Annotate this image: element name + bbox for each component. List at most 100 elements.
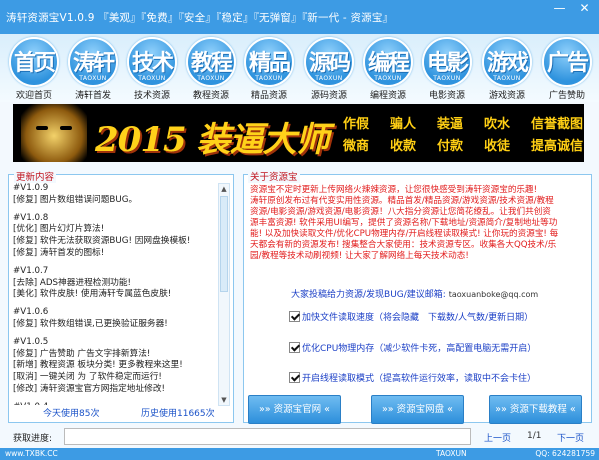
nav-item-2[interactable]: 技术 TAOXUN 技术资源 (124, 37, 180, 101)
nav-icon-text: 技术 (131, 51, 174, 76)
about-text: 资源宝不定时更新上传网络火辣辣资源，让您很快感受到涛轩资源宝的乐趣! 涛轩原创发… (250, 185, 586, 262)
status-website[interactable]: www.TXBK.CC (5, 448, 58, 460)
about-line: 资源宝不定时更新上传网络火辣辣资源，让您很快感受到涛轩资源宝的乐趣! (250, 185, 538, 195)
today-usage: 今天使用85次 (43, 409, 100, 419)
minimize-button[interactable]: — (548, 1, 571, 17)
updates-list[interactable]: #V1.0.9 [修复] 图片数组错误问题BUG。 #V1.0.8 [优化] 图片幻灯… (13, 183, 220, 405)
progress-label: 获取进度: (13, 434, 53, 444)
scroll-up-icon[interactable]: ▲ (219, 184, 229, 194)
banner-ad[interactable]: 2015 装逼大师 作假 骗人 装逼 吹水 信誉截图 微商 收款 付款 收徒 提高诚信 (13, 104, 584, 162)
scroll-thumb[interactable] (220, 196, 228, 292)
banner-word: 骗人 (389, 117, 416, 132)
banner-word: 付款 (436, 139, 463, 154)
premium-icon: 精品 TAOXUN (244, 37, 294, 87)
taoxuan-icon: 涛轩 TAOXUN (68, 37, 118, 87)
nav-icon-text: 涛轩 (72, 51, 115, 76)
updates-scrollbar[interactable]: ▲ ▼ (218, 183, 230, 406)
contact-line: 大家投稿给力资源/发现BUG/建议邮箱: taoxuanboke@qq.com (291, 287, 538, 300)
nav-icon-text: 游戏 (486, 51, 529, 76)
nav-item-4[interactable]: 精品 TAOXUN 精品资源 (241, 37, 297, 101)
update-line: #V1.0.6 (13, 307, 49, 318)
nav-icon-text: 精品 (248, 51, 291, 76)
update-line: [修复] 软件数组错误,已更换验证服务器! (13, 318, 168, 329)
banner-row-2: 微商 收款 付款 收徒 提高诚信 (343, 135, 583, 154)
update-line: #V1.0.8 (13, 212, 49, 223)
checkbox-checked-icon[interactable] (289, 372, 300, 383)
banner-word: 吹水 (483, 117, 510, 132)
option-thread-read[interactable]: 开启线程读取模式（提高软件运行效率，读取中不会卡住） (289, 371, 536, 384)
checkbox-checked-icon[interactable] (289, 311, 300, 322)
nav-label: 电影资源 (428, 91, 465, 101)
netdisk-button[interactable]: »» 资源宝网盘 « (371, 395, 464, 424)
nav-item-7[interactable]: 电影 TAOXUN 电影资源 (419, 37, 475, 101)
about-line: 涛轩原创发布过有代变实用性资源。精品首发/精品资源/游戏资源/技术资源/教程 (250, 196, 554, 206)
nav-item-3[interactable]: 教程 TAOXUN 教程资源 (183, 37, 239, 101)
update-line: #V1.0.5 (13, 336, 49, 347)
about-line: 能! 以及加快读取文件/优化CPU物理内存/开启线程读取模式! 让你玩的资源宝!… (250, 229, 559, 239)
nav-item-9[interactable]: 广告 广告赞助 (539, 37, 595, 101)
update-line: [优化] 图片幻灯片算法! (13, 224, 105, 235)
nav-icon-subtext: TAOXUN (433, 75, 461, 82)
nav-bar: 首页 欢迎首页 涛轩 TAOXUN 涛轩首发 技术 TAOXUN 技术资源 教程 TAOXUN 教程… (0, 34, 599, 102)
mask-face-image (21, 104, 87, 162)
nav-icon-text: 编程 (367, 51, 410, 76)
page-indicator: 1/1 (527, 431, 542, 441)
status-brand: TAOXUN (436, 449, 467, 458)
checkbox-checked-icon[interactable] (289, 342, 300, 353)
nav-item-8[interactable]: 游戏 TAOXUN 游戏资源 (479, 37, 535, 101)
nav-label: 广告赞助 (548, 91, 585, 101)
about-legend: 关于资源宝 (248, 169, 300, 183)
progress-bar (64, 428, 471, 445)
close-button[interactable]: ✕ (573, 1, 596, 17)
update-line: [修复] 图片数组错误问题BUG。 (13, 194, 138, 205)
updates-panel: 更新内容 #V1.0.9 [修复] 图片数组错误问题BUG。 #V1.0.8 [优化]… (8, 169, 234, 423)
option-optimize-cpu[interactable]: 优化CPU物理内存（减少软件卡死，高配置电脑无需开启） (289, 341, 536, 354)
nav-icon-subtext: TAOXUN (493, 75, 521, 82)
nav-icon-text: 源码 (308, 51, 351, 76)
official-site-button[interactable]: »» 资源宝官网 « (248, 395, 341, 424)
nav-item-0[interactable]: 首页 欢迎首页 (6, 37, 62, 101)
tutorial-icon: 教程 TAOXUN (186, 37, 236, 87)
banner-word: 信誉截图 (530, 117, 583, 132)
nav-icon-subtext: TAOXUN (315, 75, 343, 82)
prev-page-link[interactable]: 上一页 (484, 431, 511, 444)
scroll-down-icon[interactable]: ▼ (219, 395, 229, 405)
nav-label: 源码资源 (310, 91, 347, 101)
nav-icon-subtext: TAOXUN (374, 75, 402, 82)
nav-label: 教程资源 (192, 91, 229, 101)
nav-label: 精品资源 (250, 91, 287, 101)
update-line: [美化] 软件皮肤! 使用涛轩专属蓝色皮肤! (13, 289, 172, 300)
option-label: 加快文件读取速度（将会隐藏 下载数/人气数/更新日期） (302, 313, 534, 323)
home-icon: 首页 (9, 37, 59, 87)
banner-title: 2015 装逼大师 (95, 120, 329, 160)
programming-icon: 编程 TAOXUN (363, 37, 413, 87)
history-usage: 历史使用11665次 (141, 409, 215, 419)
nav-item-6[interactable]: 编程 TAOXUN 编程资源 (360, 37, 416, 101)
movie-icon: 电影 TAOXUN (422, 37, 472, 87)
nav-label: 欢迎首页 (15, 91, 52, 101)
game-icon: 游戏 TAOXUN (482, 37, 532, 87)
tech-icon: 技术 TAOXUN (127, 37, 177, 87)
update-line: [修改] 涛轩资源宝官方网指定地址修改! (13, 383, 166, 394)
nav-icon-subtext: TAOXUN (79, 75, 107, 82)
nav-label: 编程资源 (369, 91, 406, 101)
bottom-bar: 获取进度: 上一页 1/1 下一页 (0, 428, 599, 448)
update-line: [去除] ADS神器进程检测功能! (13, 277, 132, 288)
next-page-link[interactable]: 下一页 (557, 431, 584, 444)
nav-icon-subtext: TAOXUN (138, 75, 166, 82)
contact-email[interactable]: taoxuanboke@qq.com (449, 290, 539, 299)
update-line: #V1.0.9 (13, 183, 49, 193)
download-tutorial-button[interactable]: »» 资源下载教程 « (489, 395, 582, 424)
app-title: 涛轩资源宝V1.0.9 『美观』『免费』『安全』『稳定』『无弹窗』『新一代 - … (6, 12, 394, 24)
option-fast-read[interactable]: 加快文件读取速度（将会隐藏 下载数/人气数/更新日期） (289, 310, 533, 323)
nav-item-5[interactable]: 源码 TAOXUN 源码资源 (301, 37, 357, 101)
ad-icon: 广告 (542, 37, 592, 87)
about-line: 园/教程等技术动刷视频! 让大家了解网络上每天技术动态! (250, 251, 469, 261)
about-panel: 关于资源宝 资源宝不定时更新上传网络火辣辣资源，让您很快感受到涛轩资源宝的乐趣!… (243, 169, 592, 424)
update-line: #V1.0.7 (13, 265, 49, 276)
nav-item-1[interactable]: 涛轩 TAOXUN 涛轩首发 (65, 37, 121, 101)
banner-word: 收款 (389, 139, 416, 154)
update-line: [修复] 广告赞助 广告文字排新算法! (13, 348, 151, 359)
banner-row-1: 作假 骗人 装逼 吹水 信誉截图 (343, 113, 583, 132)
nav-icon-text: 首页 (13, 51, 56, 76)
